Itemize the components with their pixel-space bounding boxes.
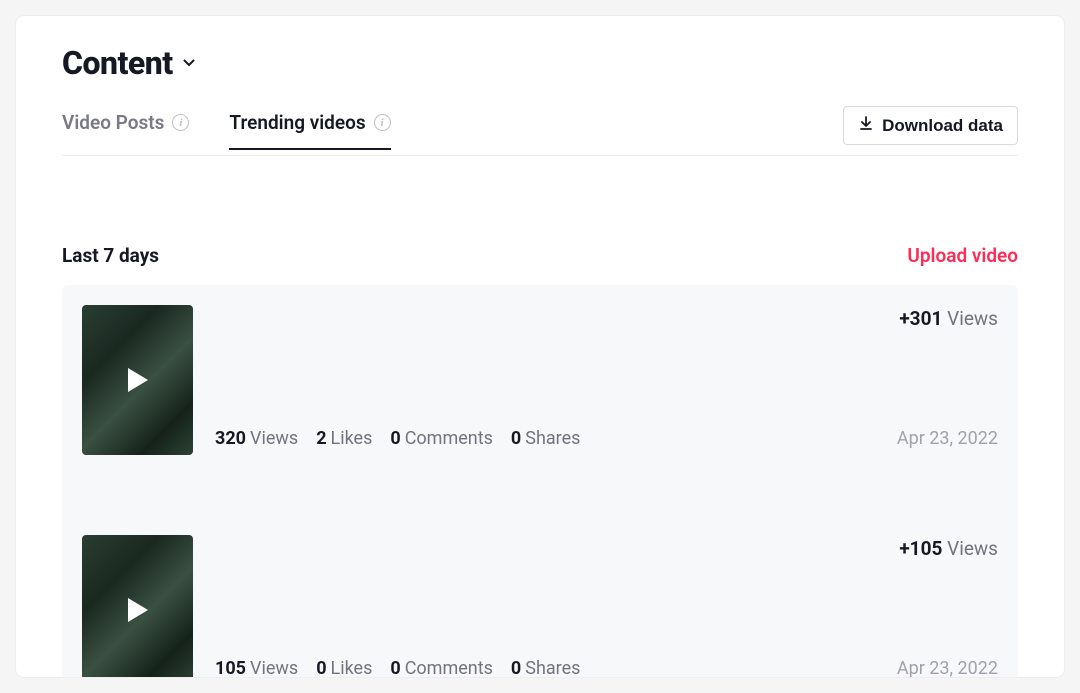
views-delta: +105 Views (899, 537, 998, 560)
info-icon[interactable]: i (374, 114, 391, 131)
item-date: Apr 23, 2022 (897, 658, 998, 677)
list-item: 105Views 0Likes 0Comments 0Shares +105 V… (62, 515, 1018, 677)
item-right-col: +301 Views Apr 23, 2022 (897, 305, 998, 455)
download-icon (858, 115, 874, 136)
play-icon (126, 596, 150, 624)
views-stat: 320Views (215, 428, 298, 449)
shares-stat: 0Shares (511, 658, 581, 677)
page-title: Content (62, 44, 173, 82)
shares-stat: 0Shares (511, 428, 581, 449)
video-list: 320Views 2Likes 0Comments 0Shares +301 V… (62, 285, 1018, 677)
item-date: Apr 23, 2022 (897, 428, 998, 449)
tab-video-posts[interactable]: Video Posts i (62, 111, 189, 150)
tab-label: Video Posts (62, 111, 164, 134)
tabs: Video Posts i Trending videos i (62, 111, 391, 150)
play-icon (126, 366, 150, 394)
item-stats: 320Views 2Likes 0Comments 0Shares (215, 428, 875, 449)
views-delta: +301 Views (899, 307, 998, 330)
item-stats-col: 320Views 2Likes 0Comments 0Shares (215, 305, 875, 455)
list-item: 320Views 2Likes 0Comments 0Shares +301 V… (62, 285, 1018, 475)
item-stats: 105Views 0Likes 0Comments 0Shares (215, 658, 875, 677)
section-title: Last 7 days (62, 244, 159, 267)
video-thumbnail[interactable] (82, 305, 193, 455)
upload-video-link[interactable]: Upload video (907, 244, 1018, 267)
page-title-row: Content (62, 44, 1018, 82)
item-stats-col: 105Views 0Likes 0Comments 0Shares (215, 535, 875, 677)
video-thumbnail[interactable] (82, 535, 193, 677)
tabs-row: Video Posts i Trending videos i Download… (62, 106, 1018, 156)
tab-trending-videos[interactable]: Trending videos i (229, 111, 390, 150)
download-label: Download data (882, 116, 1003, 136)
comments-stat: 0Comments (390, 658, 493, 677)
info-icon[interactable]: i (172, 114, 189, 131)
tab-label: Trending videos (229, 111, 365, 134)
comments-stat: 0Comments (390, 428, 493, 449)
item-right-col: +105 Views Apr 23, 2022 (897, 535, 998, 677)
download-data-button[interactable]: Download data (843, 106, 1018, 145)
likes-stat: 0Likes (316, 658, 372, 677)
title-dropdown-caret-icon[interactable] (183, 56, 197, 70)
views-stat: 105Views (215, 658, 298, 677)
likes-stat: 2Likes (316, 428, 372, 449)
main-card: Content Video Posts i Trending videos i (16, 16, 1064, 677)
section-header: Last 7 days Upload video (62, 244, 1018, 267)
item-gap (62, 475, 1018, 515)
